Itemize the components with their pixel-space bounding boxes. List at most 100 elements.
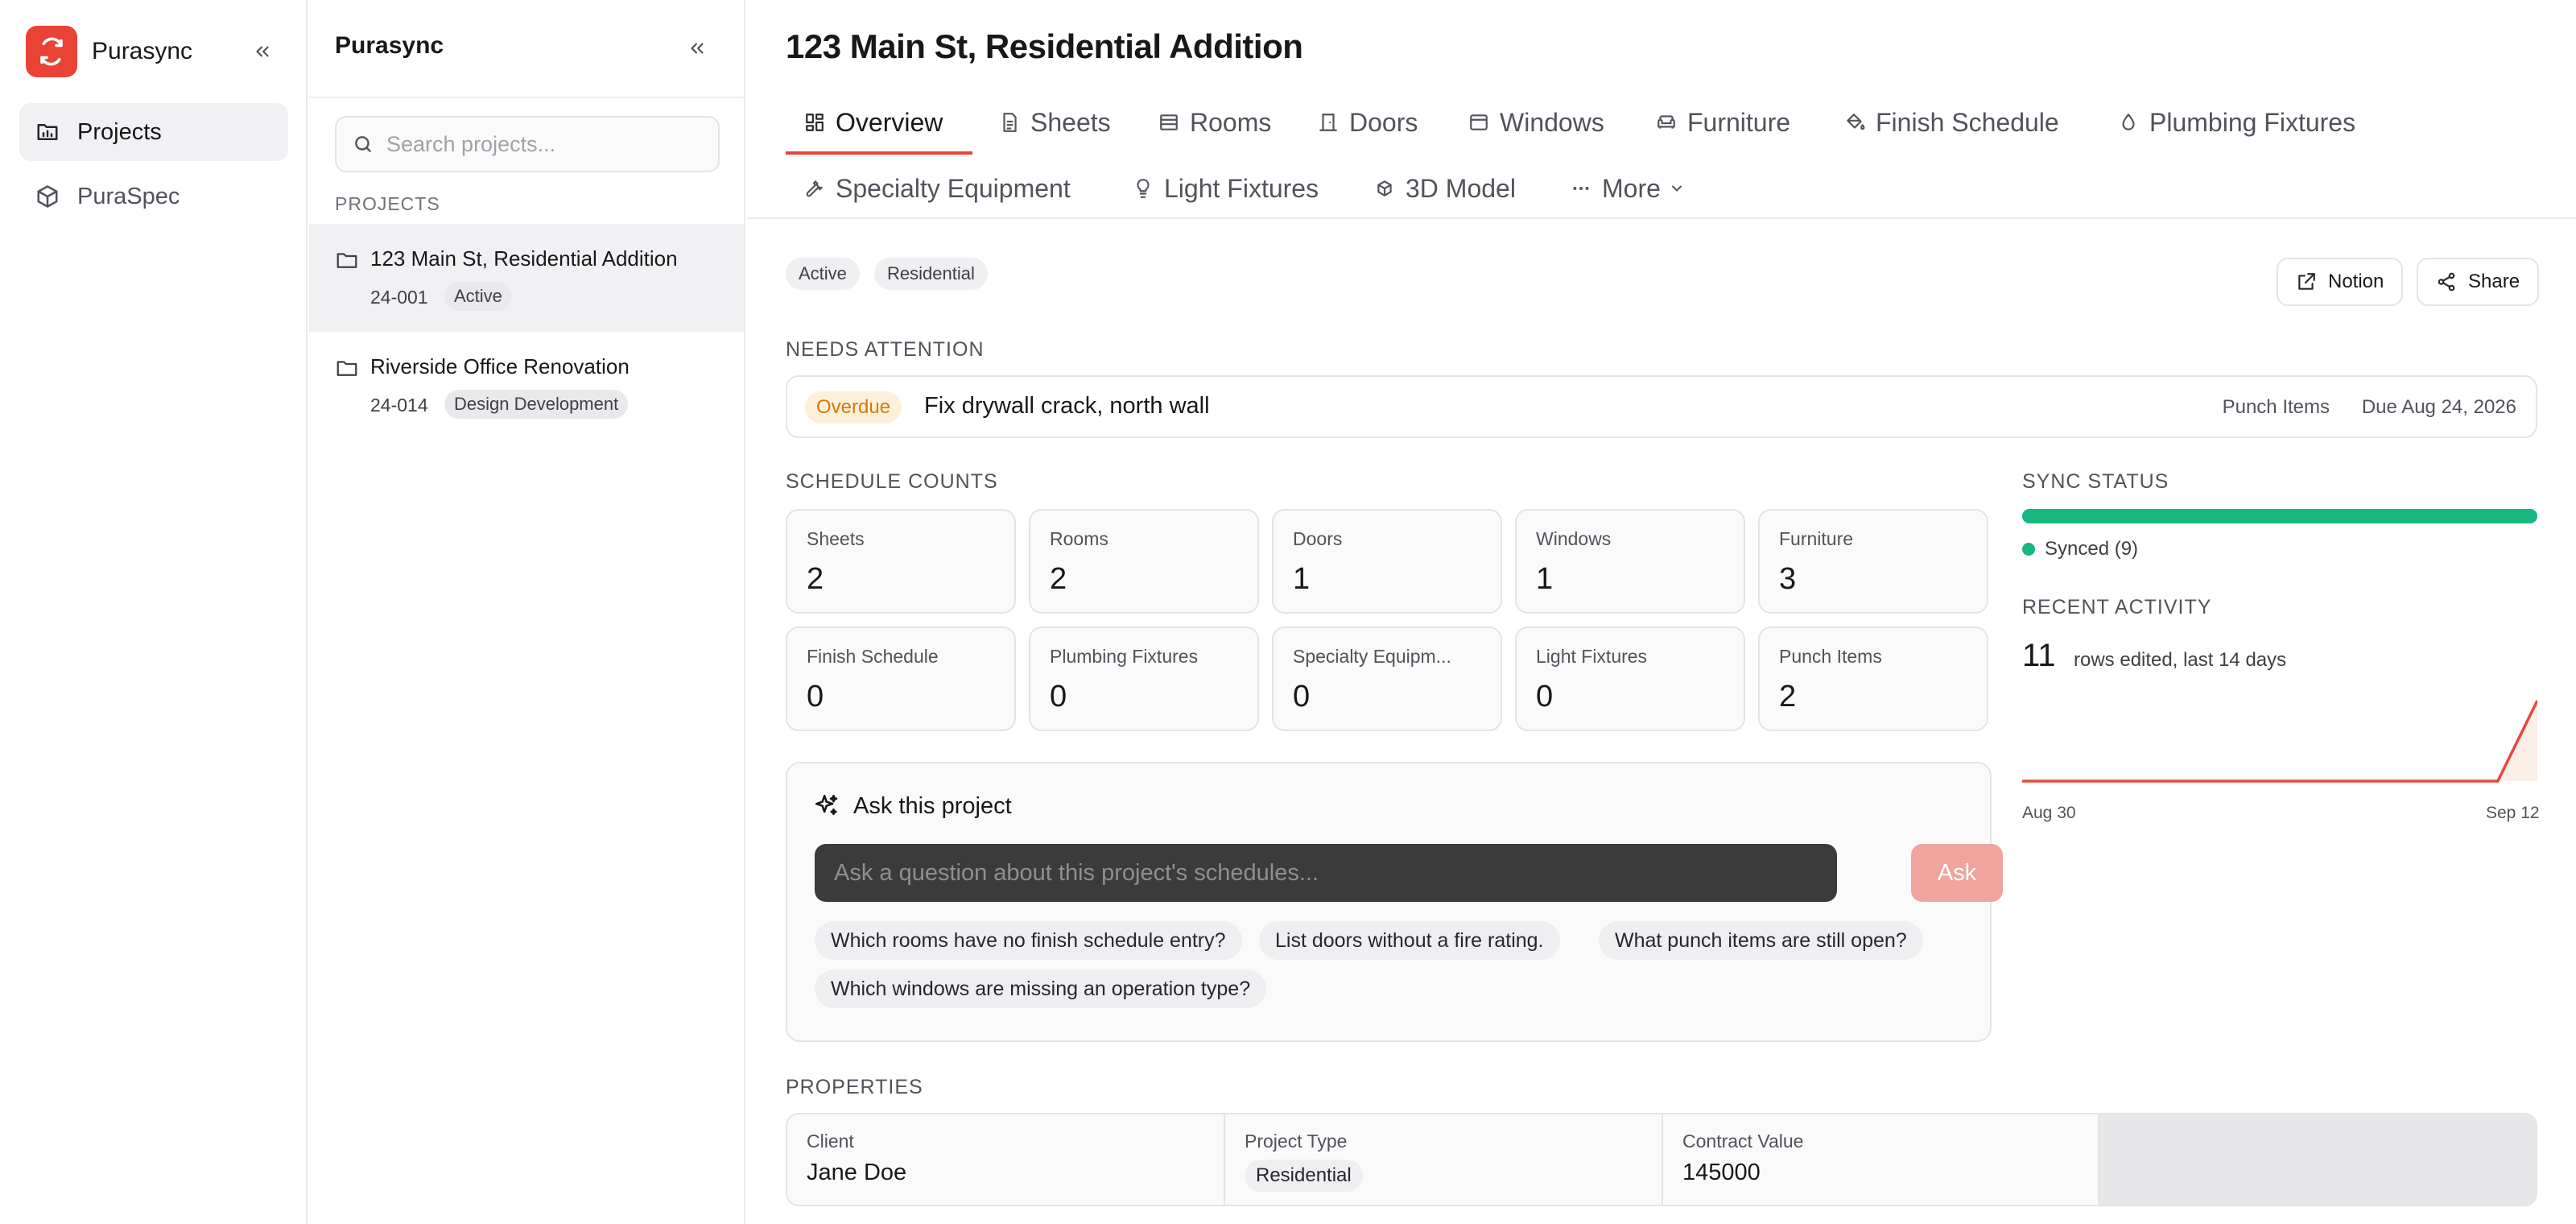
suggestion-chip[interactable]: Which rooms have no finish schedule entr… [815, 921, 1242, 960]
ask-project-panel: Ask this project Ask Which rooms have no… [786, 762, 2003, 1042]
tab-doors[interactable]: Doors [1317, 100, 1418, 145]
count-value: 0 [1293, 680, 1311, 713]
count-value: 2 [807, 562, 824, 596]
project-number: 24-001 [370, 287, 428, 308]
tab-more[interactable]: More [1570, 166, 1685, 211]
collapse-sidebar-button[interactable] [246, 35, 279, 68]
notion-button[interactable]: Notion [2277, 258, 2404, 306]
folder-chart-icon [34, 118, 61, 146]
property-project-type[interactable]: Project Type Residential [1225, 1114, 1663, 1205]
tab-3d-model[interactable]: 3D Model [1373, 166, 1516, 211]
count-label: Punch Items [1779, 646, 1882, 667]
count-label: Finish Schedule [807, 646, 939, 667]
tab-overview[interactable]: Overview [803, 100, 943, 145]
chevrons-left-icon [691, 43, 704, 54]
ask-input-wrapper[interactable] [815, 844, 1837, 902]
count-card-finish-schedule[interactable]: Finish Schedule 0 [786, 626, 1016, 731]
activity-sparkline [2022, 700, 2537, 783]
external-link-icon [2298, 273, 2315, 290]
schedule-counts-label: SCHEDULE COUNTS [786, 470, 998, 493]
activity-count: 11 [2022, 638, 2056, 673]
ask-input[interactable] [834, 859, 1816, 887]
project-status-badge: Active [444, 282, 512, 311]
tab-label: Finish Schedule [1876, 107, 2059, 137]
nav-item-label: PuraSpec [77, 183, 180, 209]
window-icon [1468, 111, 1490, 134]
nav-item-puraspec[interactable]: PuraSpec [19, 167, 288, 225]
needs-attention-label: NEEDS ATTENTION [786, 338, 985, 361]
count-card-punch-items[interactable]: Punch Items 2 [1758, 626, 1988, 731]
properties-table: Client Jane Doe Project Type Residential… [786, 1113, 2537, 1206]
project-search[interactable] [335, 116, 720, 172]
recent-activity-label: RECENT ACTIVITY [2022, 596, 2212, 618]
tab-plumbing-fixtures[interactable]: Plumbing Fixtures [2117, 100, 2355, 145]
count-value: 0 [807, 680, 824, 713]
project-number: 24-014 [370, 395, 428, 416]
count-card-rooms[interactable]: Rooms 2 [1029, 509, 1259, 614]
nav-item-projects[interactable]: Projects [19, 103, 288, 161]
count-card-sheets[interactable]: Sheets 2 [786, 509, 1016, 614]
count-card-specialty-equipment[interactable]: Specialty Equipm... 0 [1272, 626, 1502, 731]
suggestion-chip[interactable]: Which windows are missing an operation t… [815, 970, 1267, 1008]
count-value: 0 [1536, 680, 1554, 713]
count-card-doors[interactable]: Doors 1 [1272, 509, 1502, 614]
tab-label: Rooms [1190, 107, 1272, 137]
cube-icon [34, 183, 61, 210]
share-button[interactable]: Share [2417, 258, 2540, 306]
count-label: Rooms [1050, 528, 1108, 549]
tab-finish-schedule[interactable]: Finish Schedule [1843, 100, 2059, 145]
nav-item-label: Projects [77, 118, 162, 145]
project-item[interactable]: Riverside Office Renovation 24-014 Desig… [309, 332, 744, 440]
tab-sheets[interactable]: Sheets [998, 100, 1111, 145]
tab-label: Overview [836, 107, 943, 137]
project-detail: 123 Main St, Residential Addition Overvi… [747, 0, 2576, 1224]
sync-logo-icon [26, 26, 77, 77]
divider [309, 97, 744, 98]
count-card-light-fixtures[interactable]: Light Fixtures 0 [1515, 626, 1745, 731]
collapse-projects-button[interactable] [681, 32, 713, 64]
section-label: PROJECTS [335, 193, 440, 214]
project-name: Riverside Office Renovation [370, 354, 630, 378]
properties-label: PROPERTIES [786, 1076, 923, 1098]
tab-specialty-equipment[interactable]: Specialty Equipment [803, 166, 1071, 211]
search-input[interactable] [386, 131, 708, 157]
tab-light-fixtures[interactable]: Light Fixtures [1132, 166, 1319, 211]
suggestion-chip[interactable]: List doors without a fire rating. [1259, 921, 1560, 960]
count-value: 3 [1779, 562, 1797, 596]
sync-status-label: SYNC STATUS [2022, 470, 2169, 493]
ellipsis-icon [1570, 177, 1592, 200]
property-client[interactable]: Client Jane Doe [787, 1114, 1225, 1205]
project-item[interactable]: 123 Main St, Residential Addition 24-001… [309, 224, 744, 332]
tab-label: Plumbing Fixtures [2149, 107, 2356, 137]
property-contract-value[interactable]: Contract Value 145000 [1663, 1114, 2099, 1205]
count-label: Sheets [807, 528, 865, 549]
count-card-windows[interactable]: Windows 1 [1515, 509, 1745, 614]
count-card-furniture[interactable]: Furniture 3 [1758, 509, 1988, 614]
project-name: 123 Main St, Residential Addition [370, 246, 678, 271]
attention-due-date: Due Aug 24, 2026 [2361, 396, 2516, 418]
tab-rooms[interactable]: Rooms [1158, 100, 1271, 145]
tab-furniture[interactable]: Furniture [1655, 100, 1790, 145]
projects-panel: Purasync PROJECTS 123 Main St, Residenti… [309, 0, 745, 1224]
overdue-badge: Overdue [805, 391, 902, 424]
droplet-icon [2117, 111, 2140, 134]
sparkline-area [2022, 701, 2537, 781]
search-icon [355, 136, 371, 152]
property-label: Contract Value [1682, 1131, 1804, 1152]
brand[interactable]: Purasync [26, 26, 192, 77]
property-value: Jane Doe [807, 1160, 907, 1185]
count-card-plumbing-fixtures[interactable]: Plumbing Fixtures 0 [1029, 626, 1259, 731]
chevrons-left-icon [256, 46, 269, 57]
sync-status-dot [2022, 543, 2035, 556]
count-value: 2 [1050, 562, 1067, 596]
tab-label: More [1602, 173, 1661, 203]
count-value: 1 [1293, 562, 1311, 596]
ask-button[interactable]: Ask [1911, 844, 2003, 902]
attention-item[interactable]: Overdue Fix drywall crack, north wall Pu… [786, 375, 2537, 438]
count-label: Furniture [1779, 528, 1854, 549]
count-label: Light Fixtures [1536, 646, 1648, 667]
property-label: Project Type [1245, 1131, 1348, 1152]
tab-windows[interactable]: Windows [1468, 100, 1604, 145]
folder-icon [336, 253, 357, 268]
suggestion-chip[interactable]: What punch items are still open? [1599, 921, 1923, 960]
